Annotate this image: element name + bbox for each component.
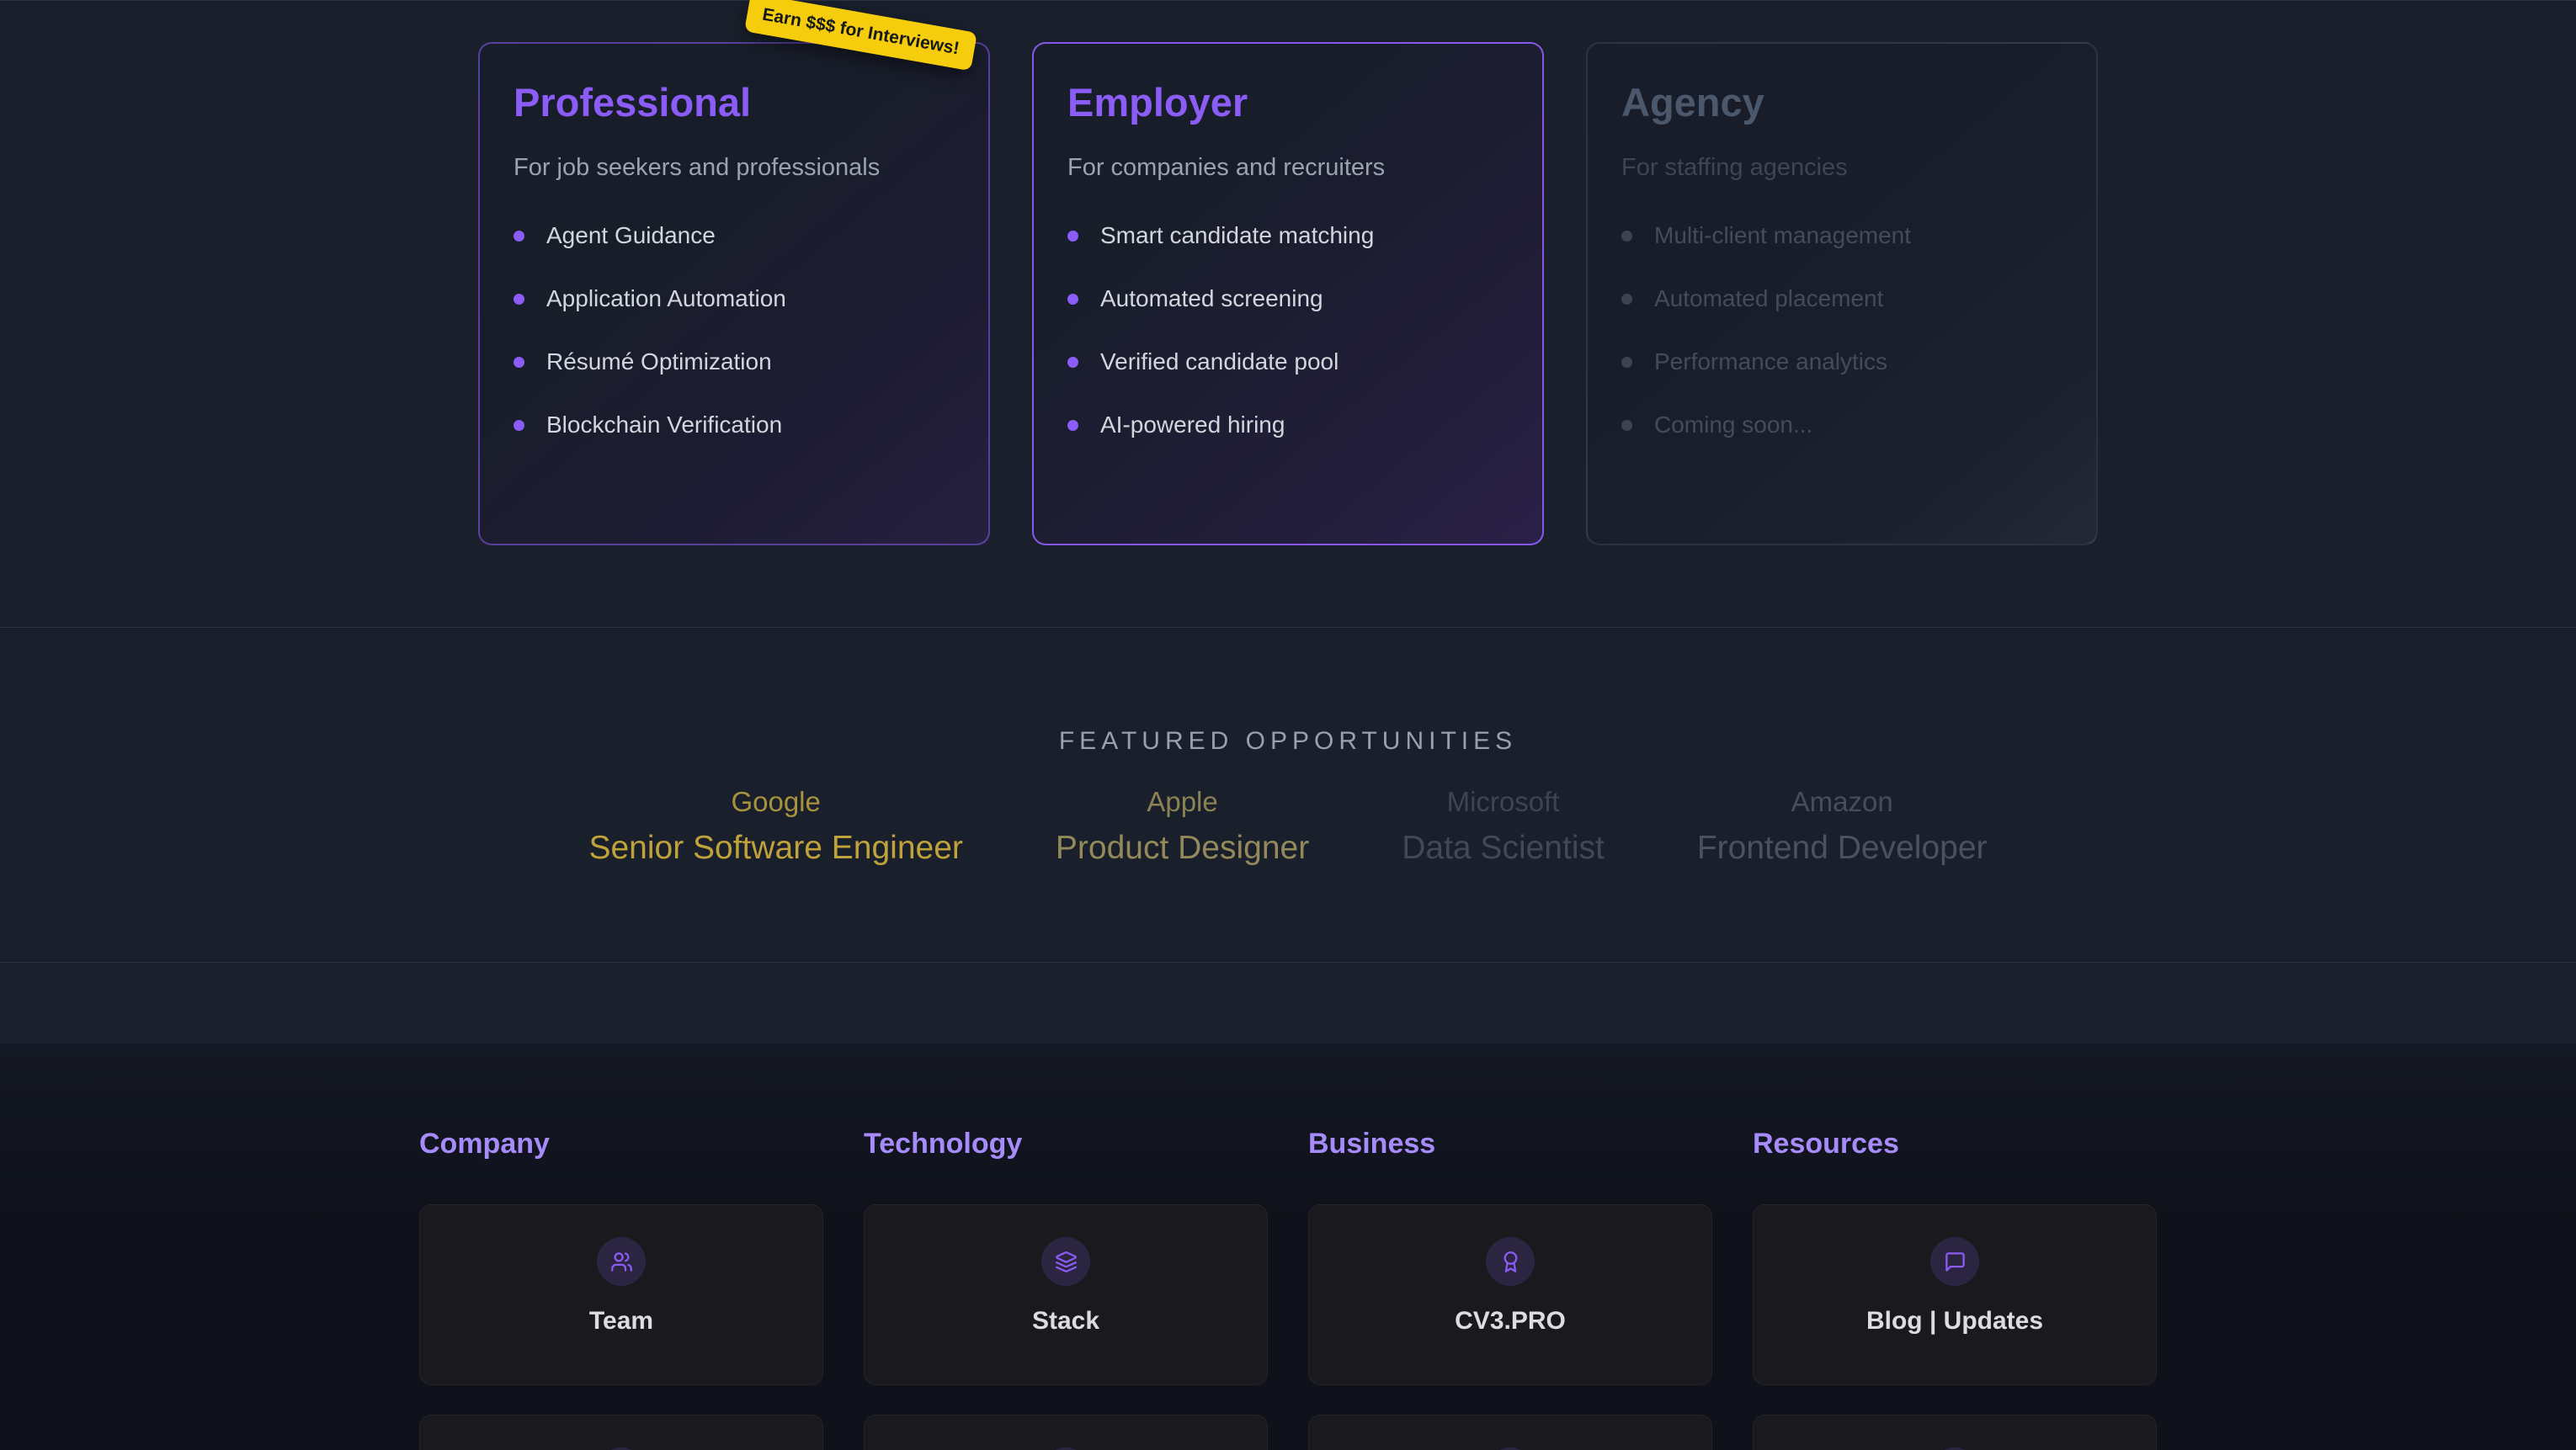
footer-card-label: CV3.PRO <box>1455 1307 1566 1336</box>
featured-jobs-row: Google Senior Software Engineer Apple Pr… <box>0 786 2576 867</box>
bullet-dot-icon <box>1067 357 1078 368</box>
featured-job-apple[interactable]: Apple Product Designer <box>1056 786 1309 867</box>
job-role: Data Scientist <box>1402 830 1605 867</box>
pricing-card-professional[interactable]: Professional For job seekers and profess… <box>478 42 990 545</box>
featured-opportunities-section: FEATURED OPPORTUNITIES Google Senior Sof… <box>0 627 2576 962</box>
feature-text: Performance analytics <box>1654 348 1887 375</box>
footer-column-heading: Technology <box>864 1128 1268 1161</box>
bullet-dot-icon <box>514 294 524 305</box>
footer-card-label: Stack <box>1032 1307 1099 1336</box>
footer-column-business: Business CV3.PRO <box>1308 1128 1712 1450</box>
bullet-dot-icon <box>514 231 524 242</box>
footer-card-team[interactable]: Team <box>419 1204 823 1385</box>
feature-item: Blockchain Verification <box>514 412 955 438</box>
feature-item: Résumé Optimization <box>514 348 955 375</box>
bullet-dot-icon <box>1067 231 1078 242</box>
footer-card-partial[interactable] <box>1753 1415 2157 1450</box>
featured-heading: FEATURED OPPORTUNITIES <box>0 628 2576 756</box>
pricing-cards-row: Earn $$$ for Interviews! Professional Fo… <box>478 1 2098 545</box>
featured-job-microsoft[interactable]: Microsoft Data Scientist <box>1402 786 1605 867</box>
footer-card-partial[interactable] <box>1308 1415 1712 1450</box>
feature-item: Performance analytics <box>1621 348 2062 375</box>
feature-text: Automated placement <box>1654 285 1883 312</box>
card-subtitle: For staffing agencies <box>1621 154 2062 182</box>
feature-text: AI-powered hiring <box>1100 412 1285 438</box>
card-subtitle: For job seekers and professionals <box>514 154 955 182</box>
feature-text: Multi-client management <box>1654 222 1911 249</box>
award-icon <box>1486 1237 1535 1286</box>
card-title: Employer <box>1067 79 1509 125</box>
feature-text: Coming soon... <box>1654 412 1812 438</box>
feature-text: Application Automation <box>546 285 786 312</box>
job-role: Frontend Developer <box>1697 830 1988 867</box>
feature-list: Agent Guidance Application Automation Ré… <box>514 222 955 438</box>
feature-item: Verified candidate pool <box>1067 348 1509 375</box>
feature-item: Multi-client management <box>1621 222 2062 249</box>
feature-item: AI-powered hiring <box>1067 412 1509 438</box>
layers-icon <box>1041 1237 1090 1286</box>
footer-column-technology: Technology Stack <box>864 1128 1268 1450</box>
featured-job-amazon[interactable]: Amazon Frontend Developer <box>1697 786 1988 867</box>
job-role: Senior Software Engineer <box>588 830 962 867</box>
footer: Company Team Technology Stack <box>0 1044 2576 1450</box>
bullet-dot-icon <box>1067 294 1078 305</box>
pricing-section: Earn $$$ for Interviews! Professional Fo… <box>0 0 2576 627</box>
message-square-icon <box>1930 1237 1979 1286</box>
job-company: Google <box>588 786 962 818</box>
footer-card-label: Blog | Updates <box>1866 1307 2043 1336</box>
footer-column-heading: Business <box>1308 1128 1712 1161</box>
bullet-dot-icon <box>1621 357 1632 368</box>
bullet-dot-icon <box>1067 420 1078 431</box>
pricing-card-agency-disabled: Agency For staffing agencies Multi-clien… <box>1586 42 2098 545</box>
job-company: Amazon <box>1697 786 1988 818</box>
bullet-dot-icon <box>1621 231 1632 242</box>
feature-text: Smart candidate matching <box>1100 222 1374 249</box>
pricing-card-employer[interactable]: Employer For companies and recruiters Sm… <box>1032 42 1544 545</box>
feature-list: Smart candidate matching Automated scree… <box>1067 222 1509 438</box>
feature-item: Agent Guidance <box>514 222 955 249</box>
footer-card-blog[interactable]: Blog | Updates <box>1753 1204 2157 1385</box>
feature-text: Verified candidate pool <box>1100 348 1339 375</box>
footer-grid: Company Team Technology Stack <box>419 1128 2157 1450</box>
feature-item: Automated screening <box>1067 285 1509 312</box>
bullet-dot-icon <box>514 357 524 368</box>
card-subtitle: For companies and recruiters <box>1067 154 1509 182</box>
card-title: Professional <box>514 79 955 125</box>
feature-text: Blockchain Verification <box>546 412 782 438</box>
feature-list: Multi-client management Automated placem… <box>1621 222 2062 438</box>
feature-text: Agent Guidance <box>546 222 716 249</box>
feature-item: Smart candidate matching <box>1067 222 1509 249</box>
feature-item: Application Automation <box>514 285 955 312</box>
job-company: Apple <box>1056 786 1309 818</box>
bullet-dot-icon <box>1621 420 1632 431</box>
bullet-dot-icon <box>1621 294 1632 305</box>
featured-job-google[interactable]: Google Senior Software Engineer <box>588 786 962 867</box>
feature-item: Automated placement <box>1621 285 2062 312</box>
bullet-dot-icon <box>514 420 524 431</box>
footer-card-stack[interactable]: Stack <box>864 1204 1268 1385</box>
section-spacer-band <box>0 962 2576 1044</box>
job-company: Microsoft <box>1402 786 1605 818</box>
footer-column-company: Company Team <box>419 1128 823 1450</box>
footer-column-heading: Resources <box>1753 1128 2157 1161</box>
card-title: Agency <box>1621 79 2062 125</box>
footer-card-label: Team <box>589 1307 653 1336</box>
users-icon <box>597 1237 646 1286</box>
feature-item: Coming soon... <box>1621 412 2062 438</box>
footer-column-resources: Resources Blog | Updates <box>1753 1128 2157 1450</box>
footer-card-cv3pro[interactable]: CV3.PRO <box>1308 1204 1712 1385</box>
feature-text: Résumé Optimization <box>546 348 772 375</box>
footer-column-heading: Company <box>419 1128 823 1161</box>
job-role: Product Designer <box>1056 830 1309 867</box>
feature-text: Automated screening <box>1100 285 1323 312</box>
footer-card-partial[interactable] <box>419 1415 823 1450</box>
footer-card-partial[interactable] <box>864 1415 1268 1450</box>
